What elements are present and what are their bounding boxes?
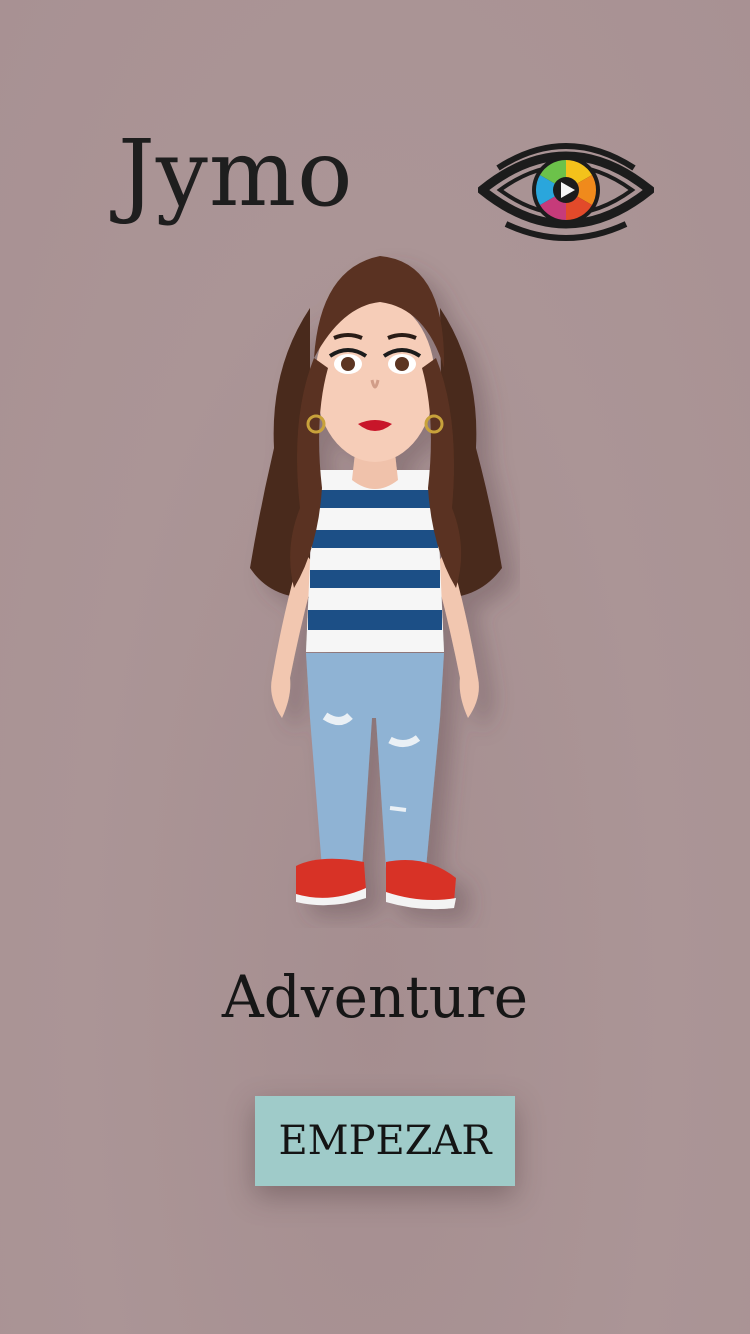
eye-play-icon [478,143,654,241]
start-button[interactable]: EMPEZAR [255,1096,515,1186]
avatar-illustration [250,256,502,910]
tagline-title: Adventure [221,963,529,1031]
app-logo-text: Jymo [118,120,354,227]
splash-screen: Jymo Adventure EMPEZAR [0,0,750,1334]
